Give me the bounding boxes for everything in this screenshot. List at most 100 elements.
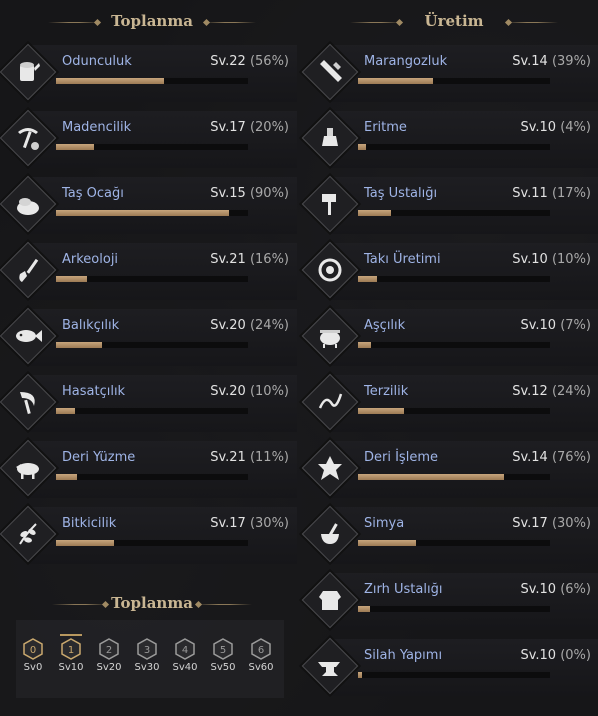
- skill-progress-fill: [358, 672, 362, 678]
- skill-level-value: Sv.17: [210, 516, 250, 531]
- tier-label: Sv30: [134, 662, 160, 673]
- skill-percent: (39%): [551, 54, 591, 69]
- tier-marker[interactable]: 5 Sv50: [208, 638, 238, 673]
- skill-progress-bar: [358, 474, 550, 480]
- skill-level: Sv.12 (24%): [512, 384, 591, 399]
- skill-level: Sv.11 (17%): [512, 186, 591, 201]
- crafting-skill-card[interactable]: Silah Yapımı Sv.10 (0%): [301, 637, 598, 696]
- current-tier-indicator: [60, 634, 82, 636]
- tier-marker[interactable]: 3 Sv30: [132, 638, 162, 673]
- skill-level-value: Sv.14: [512, 450, 552, 465]
- skill-level-value: Sv.10: [520, 318, 561, 333]
- gathering-skill-card[interactable]: Bitkicilik Sv.17 (30%): [0, 505, 297, 564]
- tier-progress-box: 0 Sv0 1 Sv10 2 Sv20 3 Sv30 4 Sv40 5 Sv50 6 Sv60: [16, 620, 284, 698]
- tier-badge-icon: 1: [61, 638, 81, 660]
- skill-percent: (4%): [560, 120, 591, 135]
- tier-badge-icon: 6: [251, 638, 271, 660]
- svg-text:0: 0: [30, 645, 36, 656]
- title-ornament: [350, 22, 402, 23]
- skill-progress-fill: [56, 342, 103, 348]
- title-ornament: [506, 22, 558, 23]
- skill-level: Sv.14 (76%): [512, 450, 591, 465]
- skill-level-value: Sv.10: [512, 252, 552, 267]
- skill-progress-fill: [358, 408, 405, 414]
- gathering-skill-card[interactable]: Arkeoloji Sv.21 (16%): [0, 241, 297, 300]
- pickaxe-icon: [0, 109, 57, 167]
- skill-level: Sv.10 (10%): [512, 252, 591, 267]
- skill-name: Deri Yüzme: [62, 450, 136, 465]
- tier-badge-icon: 0: [23, 638, 43, 660]
- crafting-skill-card[interactable]: Takı Üretimi Sv.10 (10%): [301, 241, 598, 300]
- skill-progress-bar: [56, 144, 248, 150]
- skill-progress-bar: [358, 342, 550, 348]
- gathering-skill-card[interactable]: Taş Ocağı Sv.15 (90%): [0, 175, 297, 234]
- crafting-skill-card[interactable]: Eritme Sv.10 (4%): [301, 109, 598, 168]
- skill-percent: (0%): [560, 648, 591, 663]
- skill-level: Sv.20 (24%): [210, 318, 289, 333]
- tier-marker[interactable]: 0 Sv0: [18, 638, 48, 673]
- skill-level: Sv.22 (56%): [210, 54, 289, 69]
- skill-percent: (11%): [249, 450, 289, 465]
- skill-level: Sv.10 (4%): [520, 120, 591, 135]
- skill-percent: (6%): [560, 582, 591, 597]
- skill-progress-fill: [358, 606, 370, 612]
- crafting-skill-card[interactable]: Marangozluk Sv.14 (39%): [301, 43, 598, 102]
- skill-progress-fill: [56, 144, 95, 150]
- skill-progress-fill: [358, 78, 433, 84]
- crafting-skill-card[interactable]: Aşçılık Sv.10 (7%): [301, 307, 598, 366]
- armor-icon: [301, 571, 359, 629]
- skill-name: Deri İşleme: [364, 450, 438, 465]
- skill-level-value: Sv.15: [210, 186, 250, 201]
- skill-progress-fill: [358, 276, 378, 282]
- gathering-skill-card[interactable]: Deri Yüzme Sv.21 (11%): [0, 439, 297, 498]
- tier-marker[interactable]: 1 Sv10: [56, 634, 86, 673]
- crafting-skill-card[interactable]: Simya Sv.17 (30%): [301, 505, 598, 564]
- crafting-skill-card[interactable]: Zırh Ustalığı Sv.10 (6%): [301, 571, 598, 630]
- tier-marker[interactable]: 6 Sv60: [246, 638, 276, 673]
- gathering-title: Toplanma: [111, 12, 193, 30]
- skill-level-value: Sv.20: [210, 384, 250, 399]
- skill-progress-bar: [56, 408, 248, 414]
- gathering-skill-card[interactable]: Odunculuk Sv.22 (56%): [0, 43, 297, 102]
- skill-name: Taş Ustalığı: [364, 186, 438, 201]
- gathering-skill-card[interactable]: Madencilik Sv.17 (20%): [0, 109, 297, 168]
- svg-text:5: 5: [220, 645, 226, 656]
- skill-progress-fill: [56, 276, 87, 282]
- gathering-skill-card[interactable]: Balıkçılık Sv.20 (24%): [0, 307, 297, 366]
- skill-progress-bar: [56, 474, 248, 480]
- skill-progress-bar: [358, 144, 550, 150]
- tier-badge-icon: 5: [213, 638, 233, 660]
- tier-label: Sv0: [23, 662, 43, 673]
- skill-level: Sv.21 (11%): [210, 450, 289, 465]
- skill-progress-bar: [358, 276, 550, 282]
- skill-level-value: Sv.11: [512, 186, 552, 201]
- skill-level-value: Sv.14: [512, 54, 552, 69]
- log-icon: [0, 43, 57, 101]
- skill-progress-bar: [56, 342, 248, 348]
- title-ornament: [196, 604, 252, 605]
- crafting-skill-card[interactable]: Deri İşleme Sv.14 (76%): [301, 439, 598, 498]
- svg-text:4: 4: [182, 645, 188, 656]
- skill-progress-fill: [358, 540, 416, 546]
- skill-name: Marangozluk: [364, 54, 448, 69]
- crafting-skill-card[interactable]: Taş Ustalığı Sv.11 (17%): [301, 175, 598, 234]
- tier-marker[interactable]: 2 Sv20: [94, 638, 124, 673]
- skill-level-value: Sv.10: [520, 648, 561, 663]
- skill-progress-bar: [358, 210, 550, 216]
- skill-percent: (20%): [249, 120, 289, 135]
- skill-percent: (10%): [551, 252, 591, 267]
- skill-name: Silah Yapımı: [364, 648, 443, 663]
- skill-level: Sv.15 (90%): [210, 186, 289, 201]
- crafting-skill-card[interactable]: Terzilik Sv.12 (24%): [301, 373, 598, 432]
- skill-level: Sv.10 (6%): [520, 582, 591, 597]
- skill-progress-fill: [358, 210, 391, 216]
- skill-name: Balıkçılık: [62, 318, 120, 333]
- tier-badge-icon: 2: [99, 638, 119, 660]
- skill-level: Sv.20 (10%): [210, 384, 289, 399]
- skill-percent: (30%): [551, 516, 591, 531]
- skill-percent: (16%): [249, 252, 289, 267]
- tier-marker[interactable]: 4 Sv40: [170, 638, 200, 673]
- gathering-skill-card[interactable]: Hasatçılık Sv.20 (10%): [0, 373, 297, 432]
- skill-progress-fill: [56, 474, 78, 480]
- skill-progress-fill: [358, 474, 504, 480]
